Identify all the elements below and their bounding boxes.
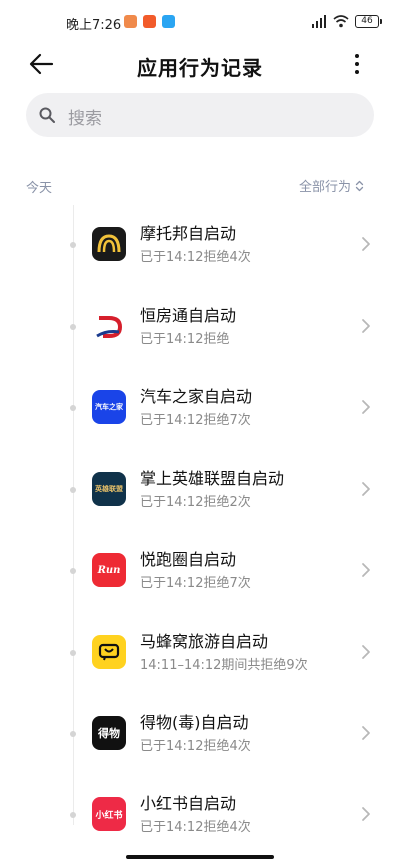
timeline-dot: [70, 812, 76, 818]
list-item[interactable]: 恒房通自启动 已于14:12拒绝: [0, 287, 400, 367]
chevron-right-icon: [362, 807, 370, 821]
filter-label: 全部行为: [298, 180, 351, 195]
item-subtitle: 已于14:12拒绝: [140, 332, 230, 347]
item-title: 汽车之家自启动: [140, 387, 253, 406]
timeline-dot: [70, 405, 76, 411]
status-time: 晚上7:26: [66, 18, 122, 33]
chevron-right-icon: [362, 400, 370, 414]
dewu-app-icon-text: 得物: [98, 727, 120, 740]
autohome-app-icon-text: 汽车之家: [95, 403, 123, 411]
autohome-app-icon: 汽车之家: [92, 390, 126, 424]
chevron-right-icon: [362, 645, 370, 659]
status-bar: 晚上7:26 46: [0, 0, 400, 44]
timeline-dot: [70, 731, 76, 737]
timeline-dot: [70, 324, 76, 330]
notification-app-icon: [124, 15, 137, 28]
wifi-icon: [333, 15, 349, 28]
chevron-right-icon: [362, 726, 370, 740]
motobang-app-icon: [92, 227, 126, 261]
item-title: 马蜂窝旅游自启动: [140, 632, 269, 651]
list-item[interactable]: Run 悦跑圈自启动 已于14:12拒绝7次: [0, 531, 400, 611]
lol-app-icon: 英雄联盟: [92, 472, 126, 506]
timeline-dot: [70, 650, 76, 656]
notification-mi-icon: [143, 15, 156, 28]
item-subtitle: 已于14:12拒绝7次: [140, 576, 251, 591]
search-placeholder: 搜索: [68, 109, 102, 129]
search-input[interactable]: 搜索: [26, 93, 374, 137]
item-subtitle: 已于14:12拒绝2次: [140, 495, 251, 510]
dewu-app-icon: 得物: [92, 716, 126, 750]
date-label: 今天: [26, 181, 53, 196]
signal-icon: [312, 15, 328, 28]
notification-chat-icon: [162, 15, 175, 28]
chevron-right-icon: [362, 563, 370, 577]
chevron-right-icon: [362, 237, 370, 251]
lol-app-icon-text: 英雄联盟: [95, 485, 123, 493]
joyrun-app-icon: Run: [92, 553, 126, 587]
item-subtitle: 已于14:12拒绝4次: [140, 250, 251, 265]
item-title: 恒房通自启动: [140, 306, 237, 325]
battery-icon: 46: [355, 15, 382, 28]
sort-updown-icon: [355, 180, 364, 191]
item-title: 得物(毒)自启动: [140, 713, 249, 732]
item-subtitle: 已于14:12拒绝4次: [140, 739, 251, 754]
timeline-dot: [70, 487, 76, 493]
item-title: 掌上英雄联盟自启动: [140, 469, 285, 488]
list-item[interactable]: 小红书 小红书自启动 已于14:12拒绝4次: [0, 775, 400, 855]
search-icon: [39, 107, 55, 123]
header: 应用行为记录: [0, 40, 400, 90]
list-item[interactable]: 马蜂窝旅游自启动 14:11–14:12期间共拒绝9次: [0, 613, 400, 693]
chevron-right-icon: [362, 482, 370, 496]
filter-dropdown[interactable]: 全部行为: [299, 176, 364, 195]
list-item[interactable]: 摩托邦自启动 已于14:12拒绝4次: [0, 205, 400, 285]
item-title: 悦跑圈自启动: [140, 550, 237, 569]
list-item[interactable]: 得物 得物(毒)自启动 已于14:12拒绝4次: [0, 694, 400, 774]
item-subtitle: 14:11–14:12期间共拒绝9次: [140, 658, 308, 673]
timeline-dot: [70, 242, 76, 248]
list-item[interactable]: 汽车之家 汽车之家自启动 已于14:12拒绝7次: [0, 368, 400, 448]
item-title: 小红书自启动: [140, 794, 237, 813]
item-subtitle: 已于14:12拒绝4次: [140, 820, 251, 835]
mafengwo-app-icon: [92, 635, 126, 669]
hengfangtong-app-icon: [92, 309, 126, 343]
list-item[interactable]: 英雄联盟 掌上英雄联盟自启动 已于14:12拒绝2次: [0, 450, 400, 530]
chevron-right-icon: [362, 319, 370, 333]
xiaohongshu-app-icon-text: 小红书: [95, 810, 123, 821]
xiaohongshu-app-icon: 小红书: [92, 797, 126, 831]
item-subtitle: 已于14:12拒绝7次: [140, 413, 251, 428]
home-indicator[interactable]: [126, 855, 274, 859]
more-vertical-icon[interactable]: [345, 50, 369, 78]
page-title: 应用行为记录: [137, 56, 263, 80]
timeline-dot: [70, 568, 76, 574]
item-title: 摩托邦自启动: [140, 224, 237, 243]
joyrun-app-icon-text: Run: [97, 564, 121, 576]
